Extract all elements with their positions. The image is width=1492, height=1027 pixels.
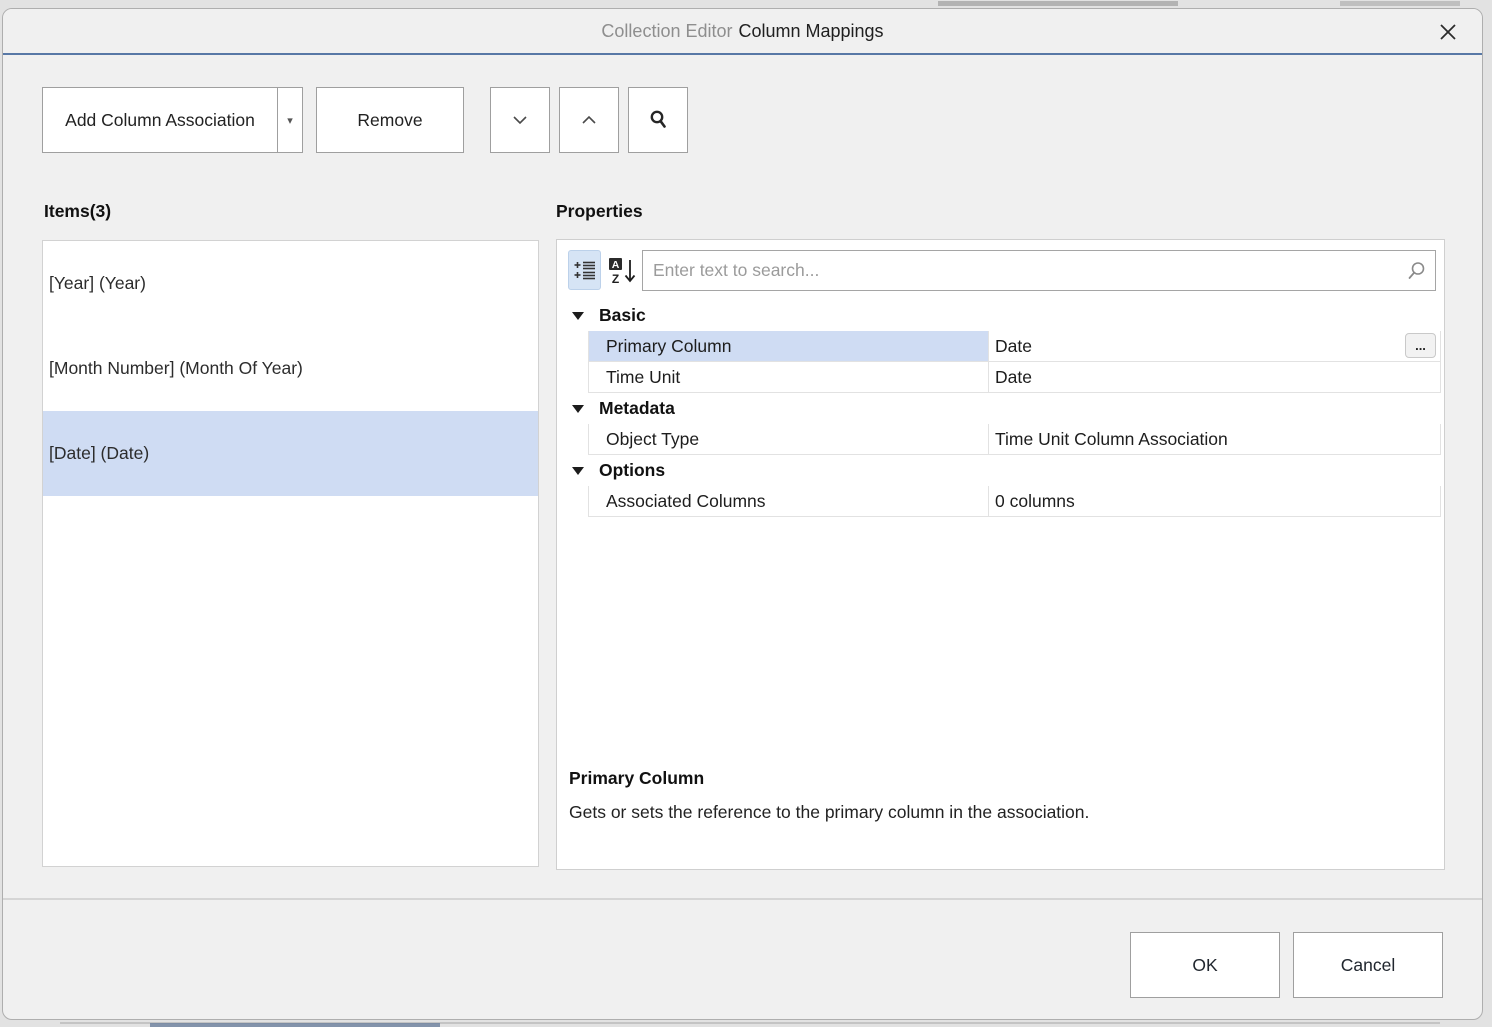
add-column-association-split-button: Add Column Association ▾	[42, 87, 303, 153]
list-item-selected[interactable]: [Date] (Date)	[43, 411, 538, 496]
find-button[interactable]	[628, 87, 688, 153]
property-value-cell[interactable]: 0 columns	[989, 486, 1440, 516]
property-value-cell[interactable]: Date ...	[989, 331, 1440, 361]
property-search-input[interactable]	[643, 251, 1435, 290]
category-label: Metadata	[599, 398, 675, 419]
list-item[interactable]: [Year] (Year)	[43, 241, 538, 326]
remove-button-label: Remove	[357, 110, 422, 131]
add-button-label: Add Column Association	[65, 110, 255, 131]
remove-button[interactable]: Remove	[316, 87, 464, 153]
property-value: 0 columns	[995, 491, 1075, 512]
category-label: Options	[599, 460, 665, 481]
property-name-cell[interactable]: Associated Columns	[589, 486, 989, 516]
ellipsis-button[interactable]: ...	[1405, 333, 1436, 358]
property-description: Primary Column Gets or sets the referenc…	[569, 768, 1429, 823]
dialog-titlebar[interactable]: Collection Editor Column Mappings	[3, 9, 1482, 55]
svg-text:Z: Z	[612, 272, 619, 285]
list-item-label: [Year] (Year)	[49, 273, 146, 294]
dialog-title-prefix: Collection Editor	[601, 21, 732, 41]
property-value-cell[interactable]: Time Unit Column Association	[989, 424, 1440, 454]
alphabetical-sort-icon: A Z	[608, 257, 638, 285]
property-name: Associated Columns	[606, 491, 766, 512]
property-description-text: Gets or sets the reference to the primar…	[569, 802, 1429, 823]
list-item-label: [Date] (Date)	[49, 443, 149, 464]
chevron-up-icon	[580, 114, 598, 126]
categorized-view-button[interactable]	[568, 250, 601, 290]
close-icon	[1436, 20, 1460, 44]
category-row-basic[interactable]: Basic	[557, 300, 1444, 331]
search-icon[interactable]	[1404, 259, 1428, 283]
categorized-view-icon	[574, 258, 596, 282]
chevron-down-icon	[511, 114, 529, 126]
list-item[interactable]: [Month Number] (Month Of Year)	[43, 326, 538, 411]
property-name: Primary Column	[606, 336, 731, 357]
background-window-fragment	[1340, 1, 1460, 6]
footer-divider	[3, 898, 1482, 900]
category-row-metadata[interactable]: Metadata	[557, 393, 1444, 424]
add-column-association-button[interactable]: Add Column Association	[43, 88, 277, 152]
add-button-dropdown[interactable]: ▾	[277, 88, 302, 152]
property-value-cell[interactable]: Date	[989, 362, 1440, 392]
ok-button[interactable]: OK	[1130, 932, 1280, 998]
alphabetical-sort-button[interactable]: A Z	[605, 252, 641, 289]
cancel-button[interactable]: Cancel	[1293, 932, 1443, 998]
property-value: Time Unit Column Association	[995, 429, 1228, 450]
category-row-options[interactable]: Options	[557, 455, 1444, 486]
cancel-button-label: Cancel	[1341, 955, 1395, 975]
property-name-cell[interactable]: Time Unit	[589, 362, 989, 392]
property-search-box	[642, 250, 1436, 291]
property-row-time-unit: Time Unit Date	[557, 362, 1444, 393]
items-listbox: [Year] (Year) [Month Number] (Month Of Y…	[42, 240, 539, 867]
dialog-title-main: Column Mappings	[738, 21, 883, 41]
property-grid: A Z Basic	[556, 239, 1445, 870]
property-value: Date	[995, 336, 1032, 357]
items-header: Items(3)	[44, 201, 111, 222]
property-row-associated-columns: Associated Columns 0 columns	[557, 486, 1444, 517]
move-up-button[interactable]	[559, 87, 619, 153]
ellipsis-icon: ...	[1415, 338, 1426, 353]
category-expanded-icon[interactable]	[572, 467, 584, 475]
property-description-title: Primary Column	[569, 768, 1429, 789]
property-grid-rows: Basic Primary Column Date ...	[557, 300, 1444, 517]
background-window-fragment	[938, 1, 1178, 6]
list-item-label: [Month Number] (Month Of Year)	[49, 358, 303, 379]
svg-text:A: A	[612, 259, 620, 271]
property-name: Object Type	[606, 429, 699, 450]
dropdown-arrow-icon: ▾	[287, 114, 293, 127]
property-name-cell[interactable]: Primary Column	[589, 331, 989, 361]
properties-header: Properties	[556, 201, 643, 222]
property-value: Date	[995, 367, 1032, 388]
dialog-title: Collection Editor Column Mappings	[601, 21, 883, 42]
ok-button-label: OK	[1192, 955, 1217, 975]
collection-editor-dialog: Collection Editor Column Mappings Add Col…	[2, 8, 1483, 1020]
category-expanded-icon[interactable]	[572, 405, 584, 413]
property-name-cell[interactable]: Object Type	[589, 424, 989, 454]
property-name: Time Unit	[606, 367, 680, 388]
property-grid-toolbar: A Z	[557, 240, 1444, 300]
close-button[interactable]	[1430, 14, 1466, 50]
category-expanded-icon[interactable]	[572, 312, 584, 320]
background-window-fragment	[150, 1023, 440, 1027]
property-row-object-type: Object Type Time Unit Column Association	[557, 424, 1444, 455]
move-down-button[interactable]	[490, 87, 550, 153]
category-label: Basic	[599, 305, 646, 326]
property-row-primary-column: Primary Column Date ...	[557, 331, 1444, 362]
magnifier-icon	[647, 108, 669, 132]
